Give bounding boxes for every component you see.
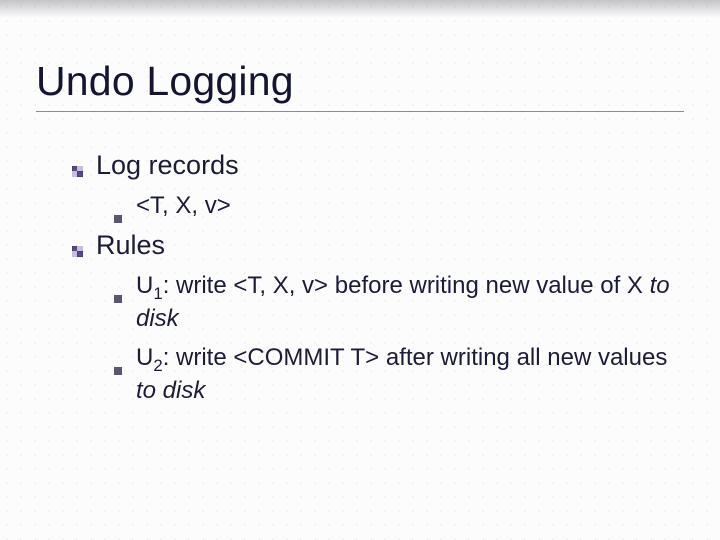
diamond-bullet-icon	[72, 246, 84, 258]
u1-lead: : write <T, X, v>	[163, 272, 335, 299]
u2-ital: to disk	[136, 377, 205, 404]
u-label: U	[136, 272, 153, 299]
u2-lead: : write <COMMIT T>	[163, 344, 386, 371]
title-rule	[36, 111, 684, 112]
square-bullet-icon	[114, 215, 122, 223]
slide-title: Undo Logging	[36, 58, 684, 105]
square-bullet-icon	[114, 295, 122, 303]
u2-emph: after	[386, 344, 434, 371]
u-subscript: 1	[153, 284, 162, 303]
slide: Undo Logging Log records <T, X, v> Rules…	[0, 0, 720, 540]
subbullet-text: U2: write <COMMIT T> after writing all n…	[136, 343, 684, 407]
u-subscript: 2	[153, 356, 162, 375]
subbullet-u2: U2: write <COMMIT T> after writing all n…	[114, 343, 684, 407]
u1-tail: writing new value of X	[403, 272, 650, 299]
bullet-rules: Rules	[72, 230, 684, 261]
u-label: U	[136, 344, 153, 371]
u1-emph: before	[335, 272, 403, 299]
subbullet-u1: U1: write <T, X, v> before writing new v…	[114, 271, 684, 335]
bullet-log-records: Log records	[72, 150, 684, 181]
subbullet-text: U1: write <T, X, v> before writing new v…	[136, 271, 684, 335]
diamond-bullet-icon	[72, 166, 84, 178]
subbullet-txv: <T, X, v>	[114, 191, 684, 222]
square-bullet-icon	[114, 367, 122, 375]
subbullet-text: <T, X, v>	[136, 191, 231, 222]
bullet-label: Log records	[96, 150, 239, 181]
bullet-label: Rules	[96, 230, 165, 261]
u2-tail: writing all new values	[434, 344, 667, 371]
